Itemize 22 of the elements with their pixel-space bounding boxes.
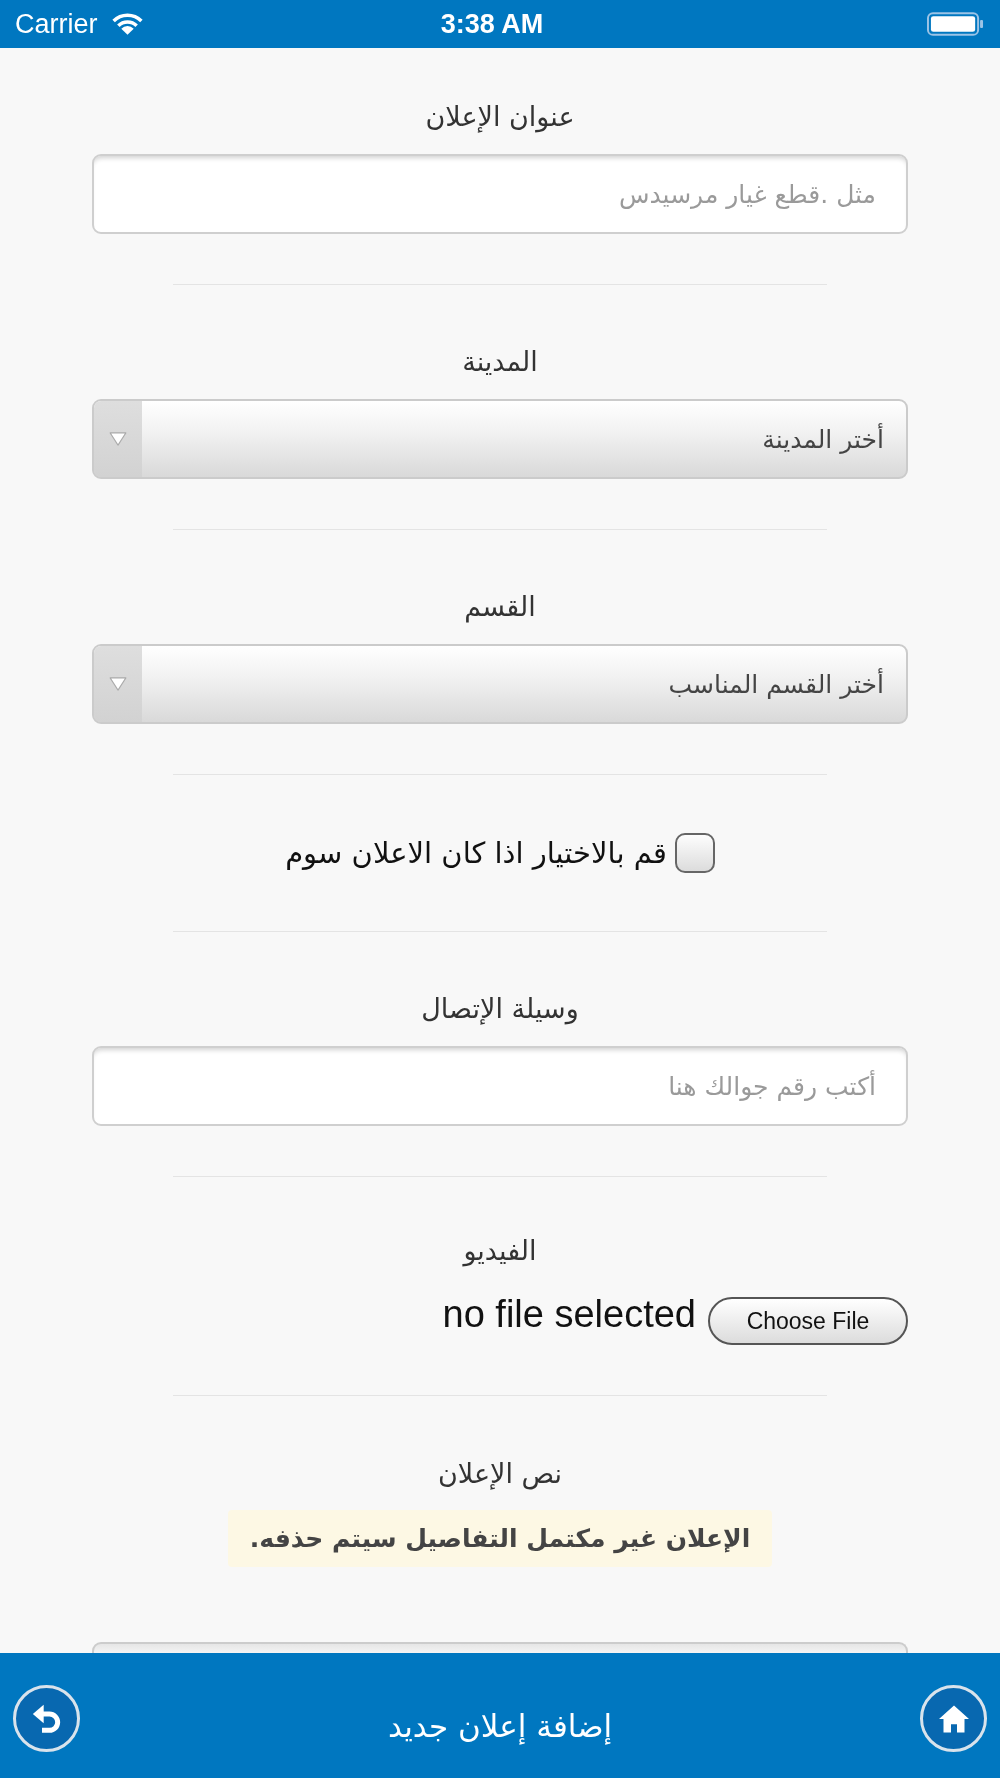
dropdown[interactable]: أختر القسم المناسب <box>92 644 908 724</box>
wifi-icon <box>111 12 143 36</box>
field-label: الفيديو <box>463 1234 537 1269</box>
checkbox[interactable] <box>674 833 715 873</box>
field-label: وسيلة الإتصال <box>421 992 579 1027</box>
time-text: 3:38 AM <box>440 8 544 40</box>
field-label: عنوان الإعلان <box>425 100 575 135</box>
undo-arrow-icon <box>31 1703 62 1734</box>
checkbox-label: قم بالاختيار اذا كان الاعلان سوم <box>285 836 667 870</box>
carrier-text: Carrier <box>15 8 98 40</box>
field-label: المدينة <box>462 345 538 379</box>
battery-icon <box>927 12 984 36</box>
field-label: نص الإعلان <box>437 1457 563 1492</box>
caret-icon <box>109 677 127 691</box>
home-icon <box>938 1703 969 1734</box>
choose-file-button[interactable]: Choose File <box>708 1297 908 1345</box>
caret-icon <box>109 432 127 446</box>
warning-message: الإعلان غير مكتمل التفاصيل سيتم حذفه. <box>228 1510 772 1567</box>
dropdown[interactable]: أختر المدينة <box>92 399 908 479</box>
field-label: القسم <box>464 590 536 625</box>
file-status-text: no file selected <box>442 1292 696 1336</box>
page-title: إضافة إعلان جديد <box>387 1707 613 1744</box>
